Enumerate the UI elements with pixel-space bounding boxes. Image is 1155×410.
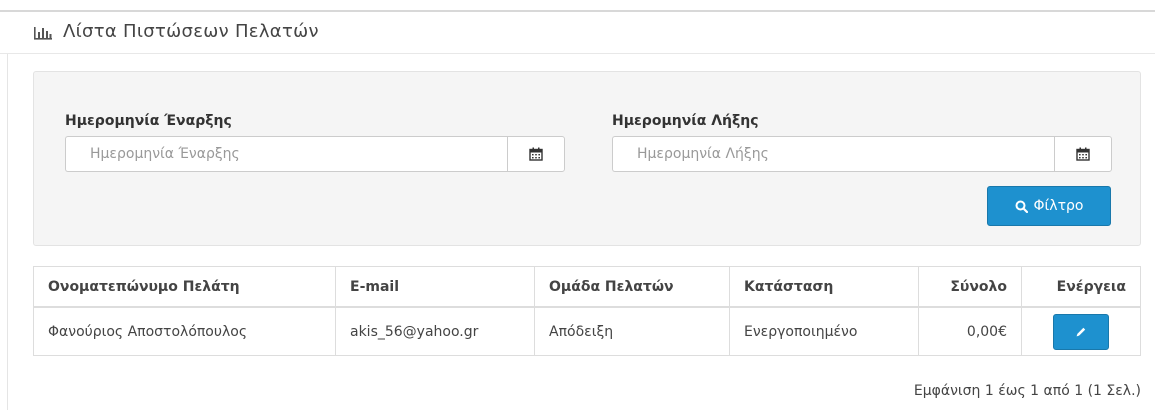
start-date-group — [65, 136, 565, 172]
pencil-icon — [1076, 327, 1086, 336]
table-row: Φανούριος Αποστολόπουλος akis_56@yahoo.g… — [33, 306, 1141, 356]
bar-chart-icon — [34, 27, 52, 40]
column-header-email[interactable]: E-mail — [335, 266, 535, 308]
customer-credits-table: Ονοματεπώνυμο Πελάτη E-mail Ομάδα Πελατώ… — [33, 266, 1141, 356]
end-date-group — [612, 136, 1112, 172]
end-date-label: Ημερομηνία Λήξης — [612, 113, 759, 129]
filter-button-label: Φίλτρο — [1033, 198, 1084, 214]
cell-action — [1021, 306, 1141, 356]
cell-customer-group: Απόδειξη — [534, 306, 730, 356]
start-date-input[interactable] — [65, 136, 507, 172]
panel-heading: Λίστα Πιστώσεων Πελατών — [0, 10, 1155, 54]
search-icon — [1015, 200, 1028, 213]
calendar-icon — [529, 147, 543, 161]
end-date-input[interactable] — [612, 136, 1054, 172]
column-header-group[interactable]: Ομάδα Πελατών — [534, 266, 730, 308]
page-title: Λίστα Πιστώσεων Πελατών — [63, 21, 319, 42]
cell-total: 0,00€ — [918, 306, 1022, 356]
column-header-action: Ενέργεια — [1021, 266, 1141, 308]
filter-button[interactable]: Φίλτρο — [987, 186, 1111, 226]
table-header-row: Ονοματεπώνυμο Πελάτη E-mail Ομάδα Πελατώ… — [33, 266, 1141, 308]
column-header-total[interactable]: Σύνολο — [918, 266, 1022, 308]
cell-email: akis_56@yahoo.gr — [335, 306, 535, 356]
cell-customer-name: Φανούριος Αποστολόπουλος — [33, 306, 336, 356]
pagination-info: Εμφάνιση 1 έως 1 από 1 (1 Σελ.) — [913, 383, 1141, 399]
content-left-border — [7, 54, 8, 410]
column-header-name[interactable]: Ονοματεπώνυμο Πελάτη — [33, 266, 336, 308]
start-date-calendar-button[interactable] — [507, 136, 565, 172]
edit-button[interactable] — [1053, 313, 1109, 350]
cell-status: Ενεργοποιημένο — [729, 306, 919, 356]
end-date-calendar-button[interactable] — [1054, 136, 1112, 172]
start-date-label: Ημερομηνία Έναρξης — [65, 113, 232, 129]
filter-panel: Ημερομηνία Έναρξης Ημερομηνία Λήξης — [33, 71, 1141, 246]
calendar-icon — [1076, 147, 1090, 161]
column-header-status[interactable]: Κατάσταση — [729, 266, 919, 308]
